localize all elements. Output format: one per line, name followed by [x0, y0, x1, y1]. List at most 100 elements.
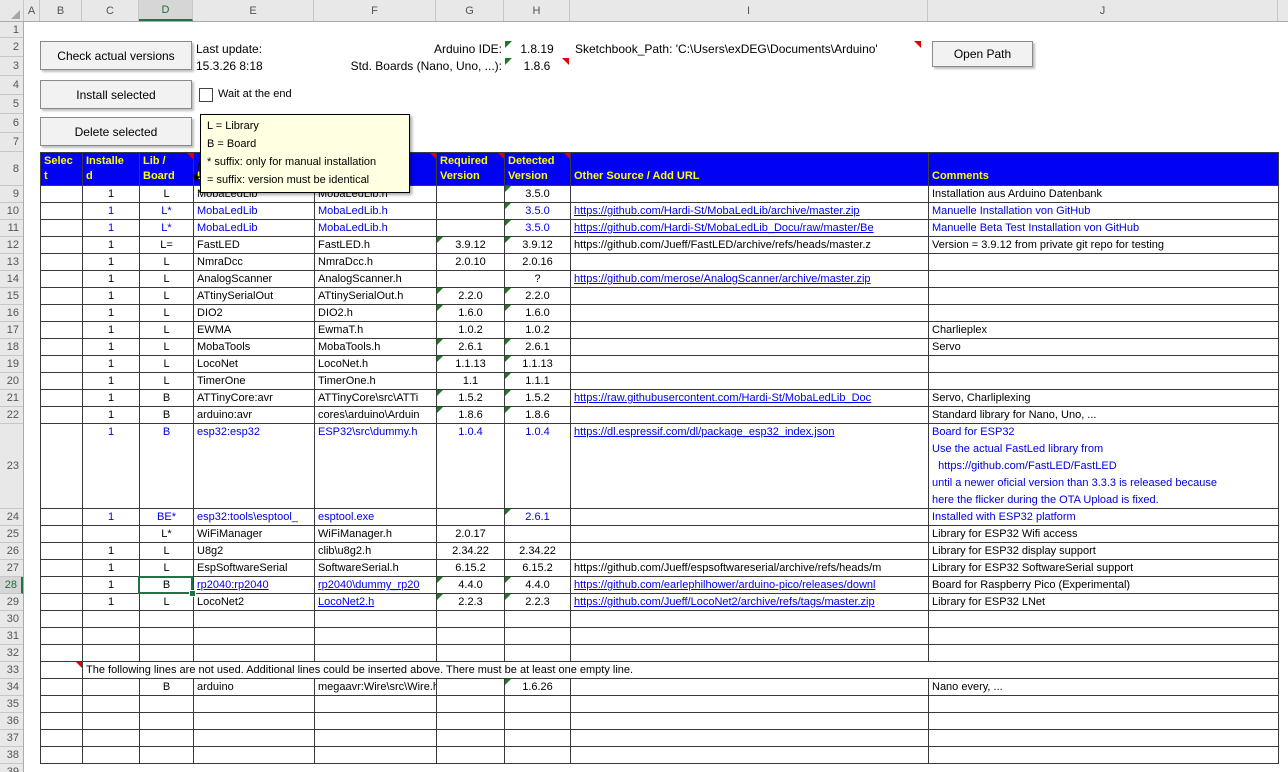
row-header-25[interactable]: 25: [0, 526, 23, 543]
cell-detected-24[interactable]: 2.6.1: [505, 509, 571, 526]
row-header-16[interactable]: 16: [0, 305, 23, 322]
open-path-button[interactable]: Open Path: [932, 41, 1033, 67]
cell-installed-13[interactable]: 1: [83, 254, 140, 271]
cell-H31[interactable]: [505, 628, 571, 645]
cell-name-27[interactable]: EspSoftwareSerial: [194, 560, 315, 577]
cell-installed-21[interactable]: 1: [83, 390, 140, 407]
cell-url-12[interactable]: https://github.com/Jueff/FastLED/archive…: [571, 237, 929, 254]
cell-comment-17[interactable]: Charlieplex: [929, 322, 1279, 339]
cell-name-16[interactable]: DIO2: [194, 305, 315, 322]
check-actual-versions-button[interactable]: Check actual versions: [40, 41, 192, 70]
cell-select-21[interactable]: [41, 390, 83, 407]
cell-I38[interactable]: [571, 747, 929, 764]
cell-I32[interactable]: [571, 645, 929, 662]
row-header-5[interactable]: 5: [0, 95, 23, 114]
row-header-20[interactable]: 20: [0, 373, 23, 390]
row-header-35[interactable]: 35: [0, 696, 23, 713]
cell-file-34[interactable]: megaavr:Wire\src\Wire.h": [315, 679, 437, 696]
cell-libboard-type-23[interactable]: B: [140, 424, 194, 509]
row-header-8[interactable]: 8: [0, 152, 23, 186]
cell-file-28[interactable]: rp2040\dummy_rp20: [315, 577, 437, 594]
cell-D37[interactable]: [140, 730, 194, 747]
cell-H36[interactable]: [505, 713, 571, 730]
cell-url-24[interactable]: [571, 509, 929, 526]
cell-file-17[interactable]: EwmaT.h: [315, 322, 437, 339]
cell-detected-20[interactable]: 1.1.1: [505, 373, 571, 390]
cell-required-28[interactable]: 4.4.0: [437, 577, 505, 594]
cell-B35[interactable]: [41, 696, 83, 713]
cell-B33[interactable]: [41, 662, 83, 679]
cell-name-17[interactable]: EWMA: [194, 322, 315, 339]
cell-H38[interactable]: [505, 747, 571, 764]
cell-G32[interactable]: [437, 645, 505, 662]
cell-required-12[interactable]: 3.9.12: [437, 237, 505, 254]
cell-detected-34[interactable]: 1.6.26: [505, 679, 571, 696]
cell-name-21[interactable]: ATTinyCore:avr: [194, 390, 315, 407]
cell-I37[interactable]: [571, 730, 929, 747]
cell-libboard-type-10[interactable]: L*: [140, 203, 194, 220]
cell-detected-19[interactable]: 1.1.13: [505, 356, 571, 373]
row-header-37[interactable]: 37: [0, 730, 23, 747]
cell-libboard-type-15[interactable]: L: [140, 288, 194, 305]
cell-select-29[interactable]: [41, 594, 83, 611]
cell-I35[interactable]: [571, 696, 929, 713]
cell-J31[interactable]: [929, 628, 1279, 645]
cell-detected-11[interactable]: 3.5.0: [505, 220, 571, 237]
cell-I30[interactable]: [571, 611, 929, 628]
cell-select-12[interactable]: [41, 237, 83, 254]
cell-name-19[interactable]: LocoNet: [194, 356, 315, 373]
cell-detected-26[interactable]: 2.34.22: [505, 543, 571, 560]
row-header-17[interactable]: 17: [0, 322, 23, 339]
cell-file-10[interactable]: MobaLedLib.h: [315, 203, 437, 220]
cell-I31[interactable]: [571, 628, 929, 645]
row-header-1[interactable]: 1: [0, 22, 23, 38]
cell-E31[interactable]: [194, 628, 315, 645]
cell-required-20[interactable]: 1.1: [437, 373, 505, 390]
cell-name-24[interactable]: esp32:tools\esptool_: [194, 509, 315, 526]
cell-comment-11[interactable]: Manuelle Beta Test Installation von GitH…: [929, 220, 1279, 237]
cell-detected-21[interactable]: 1.5.2: [505, 390, 571, 407]
cell-detected-25[interactable]: [505, 526, 571, 543]
cell-comment-12[interactable]: Version = 3.9.12 from private git repo f…: [929, 237, 1279, 254]
cell-installed-28[interactable]: 1: [83, 577, 140, 594]
cell-J37[interactable]: [929, 730, 1279, 747]
cell-installed-26[interactable]: 1: [83, 543, 140, 560]
row-header-7[interactable]: 7: [0, 133, 23, 152]
install-selected-button[interactable]: Install selected: [40, 80, 192, 109]
cell-url-9[interactable]: [571, 186, 929, 203]
cell-url-25[interactable]: [571, 526, 929, 543]
cell-required-14[interactable]: [437, 271, 505, 288]
cell-file-22[interactable]: cores\arduino\Arduin: [315, 407, 437, 424]
row-header-34[interactable]: 34: [0, 679, 23, 696]
cell-installed-16[interactable]: 1: [83, 305, 140, 322]
cell-E35[interactable]: [194, 696, 315, 713]
cell-installed-34[interactable]: [83, 679, 140, 696]
cell-select-13[interactable]: [41, 254, 83, 271]
cell-installed-29[interactable]: 1: [83, 594, 140, 611]
cell-select-27[interactable]: [41, 560, 83, 577]
cell-comment-26[interactable]: Library for ESP32 display support: [929, 543, 1279, 560]
cell-libboard-type-24[interactable]: BE*: [140, 509, 194, 526]
cell-name-25[interactable]: WiFiManager: [194, 526, 315, 543]
cell-J35[interactable]: [929, 696, 1279, 713]
cell-name-20[interactable]: TimerOne: [194, 373, 315, 390]
cell-required-16[interactable]: 1.6.0: [437, 305, 505, 322]
cell-installed-11[interactable]: 1: [83, 220, 140, 237]
cell-libboard-type-18[interactable]: L: [140, 339, 194, 356]
cell-comment-29[interactable]: Library for ESP32 LNet: [929, 594, 1279, 611]
cell-required-34[interactable]: [437, 679, 505, 696]
cell-B36[interactable]: [41, 713, 83, 730]
active-cell-border[interactable]: [138, 576, 193, 594]
cell-file-25[interactable]: WiFiManager.h: [315, 526, 437, 543]
cell-detected-28[interactable]: 4.4.0: [505, 577, 571, 594]
cell-C31[interactable]: [83, 628, 140, 645]
cell-comment-16[interactable]: [929, 305, 1279, 322]
cell-url-10[interactable]: https://github.com/Hardi-St/MobaLedLib/a…: [571, 203, 929, 220]
cell-C35[interactable]: [83, 696, 140, 713]
cell-select-14[interactable]: [41, 271, 83, 288]
cell-name-12[interactable]: FastLED: [194, 237, 315, 254]
cell-comment-18[interactable]: Servo: [929, 339, 1279, 356]
cell-url-23[interactable]: https://dl.espressif.com/dl/package_esp3…: [571, 424, 929, 509]
cell-select-24[interactable]: [41, 509, 83, 526]
cell-comment-25[interactable]: Library for ESP32 Wifi access: [929, 526, 1279, 543]
